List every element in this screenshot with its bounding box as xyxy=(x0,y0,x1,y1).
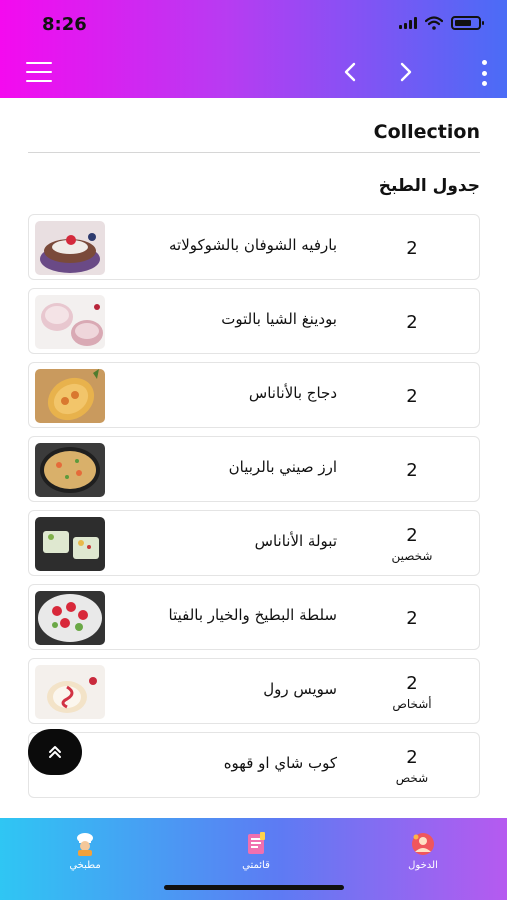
servings: 2 أشخاص xyxy=(377,659,447,725)
servings-count: 2 xyxy=(406,747,418,768)
recipe-name: سلطة البطيخ والخيار بالفيتا xyxy=(168,606,338,624)
tab-my-list[interactable]: قائمتي xyxy=(216,832,296,871)
recipe-card[interactable]: بارفيه الشوفان بالشوكولاته 2 xyxy=(28,214,480,280)
recipe-image xyxy=(35,221,105,275)
servings-count: 2 xyxy=(406,525,418,546)
section-title: جدول الطبخ xyxy=(378,176,480,196)
tab-my-kitchen[interactable]: مطبخي xyxy=(45,832,125,871)
top-bar: 8:26 xyxy=(0,0,507,98)
recipe-card[interactable]: بودينغ الشيا بالتوت 2 xyxy=(28,288,480,354)
recipe-name: بارفيه الشوفان بالشوكولاته xyxy=(169,236,337,254)
recipe-card[interactable]: دجاج بالأناناس 2 xyxy=(28,362,480,428)
servings-count: 2 xyxy=(406,385,418,407)
scroll-to-top-button[interactable] xyxy=(28,729,82,775)
more-options-icon[interactable] xyxy=(478,60,490,86)
servings: 2 شخصين xyxy=(377,511,447,577)
home-indicator xyxy=(164,885,344,890)
chevron-left-icon[interactable] xyxy=(336,56,364,88)
servings: 2 xyxy=(377,363,447,429)
recipe-name: كوب شاي او قهوه xyxy=(223,754,337,772)
status-time: 8:26 xyxy=(42,14,87,35)
recipe-image xyxy=(35,665,105,719)
recipe-card[interactable]: سلطة البطيخ والخيار بالفيتا 2 xyxy=(28,584,480,650)
servings-count: 2 xyxy=(406,311,418,333)
wifi-icon xyxy=(425,16,443,30)
chevron-right-icon[interactable] xyxy=(392,56,420,88)
servings: 2 xyxy=(377,215,447,281)
recipe-card[interactable]: تبولة الأناناس 2 شخصين xyxy=(28,510,480,576)
recipe-image xyxy=(35,517,105,571)
status-icons xyxy=(399,16,484,30)
menu-icon[interactable] xyxy=(26,62,52,82)
recipe-name: ارز صيني بالربيان xyxy=(228,458,337,476)
recipe-image xyxy=(35,295,105,349)
signal-icon xyxy=(399,17,417,29)
recipe-name: تبولة الأناناس xyxy=(254,532,337,550)
servings: 2 xyxy=(377,585,447,651)
battery-icon xyxy=(451,16,484,30)
recipe-image xyxy=(35,443,105,497)
tab-label: قائمتي xyxy=(242,860,270,871)
tab-label: الدخول xyxy=(408,860,438,871)
recipe-card[interactable]: كوب شاي او قهوه 2 شخص xyxy=(28,732,480,798)
servings-unit: شخص xyxy=(395,771,429,785)
servings: 2 شخص xyxy=(377,733,447,799)
login-icon xyxy=(412,833,434,855)
servings-count: 2 xyxy=(406,673,418,694)
servings-count: 2 xyxy=(406,237,418,259)
servings-count: 2 xyxy=(406,459,418,481)
servings-unit: شخصين xyxy=(391,549,433,563)
recipe-card[interactable]: ارز صيني بالربيان 2 xyxy=(28,436,480,502)
recipe-name: سويس رول xyxy=(263,680,337,698)
recipe-name: دجاج بالأناناس xyxy=(248,384,337,402)
page-title: Collection xyxy=(373,121,480,143)
servings: 2 xyxy=(377,289,447,355)
recipe-image xyxy=(35,369,105,423)
recipe-name: بودينغ الشيا بالتوت xyxy=(221,310,337,328)
tab-label: مطبخي xyxy=(69,860,101,871)
servings-unit: أشخاص xyxy=(392,697,432,711)
servings-count: 2 xyxy=(406,607,418,629)
divider xyxy=(28,152,480,153)
recipe-card[interactable]: سويس رول 2 أشخاص xyxy=(28,658,480,724)
double-chevron-up-icon xyxy=(49,746,61,758)
servings: 2 xyxy=(377,437,447,503)
tab-login[interactable]: الدخول xyxy=(383,832,463,871)
recipe-image xyxy=(35,591,105,645)
list-icon xyxy=(248,832,265,854)
chef-icon xyxy=(77,833,93,856)
